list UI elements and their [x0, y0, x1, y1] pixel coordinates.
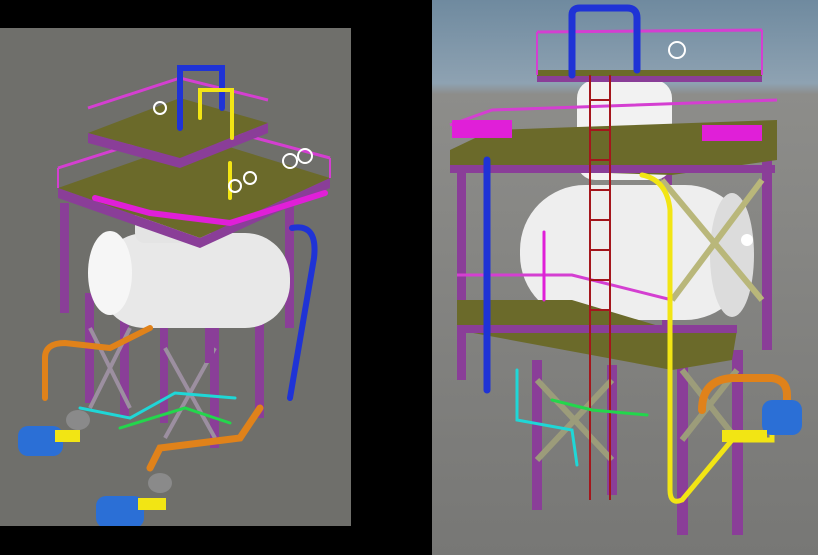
isometric-plant-render: [18, 65, 331, 526]
side-view-panel: [432, 0, 818, 555]
pump-right: [96, 473, 172, 526]
steel-columns-lower: [532, 350, 743, 535]
isometric-view-panel: [0, 28, 351, 526]
bracing: [88, 327, 217, 439]
pump-left: [18, 410, 90, 456]
horizontal-vessel: [520, 80, 754, 320]
side-plant-render: [449, 4, 802, 535]
